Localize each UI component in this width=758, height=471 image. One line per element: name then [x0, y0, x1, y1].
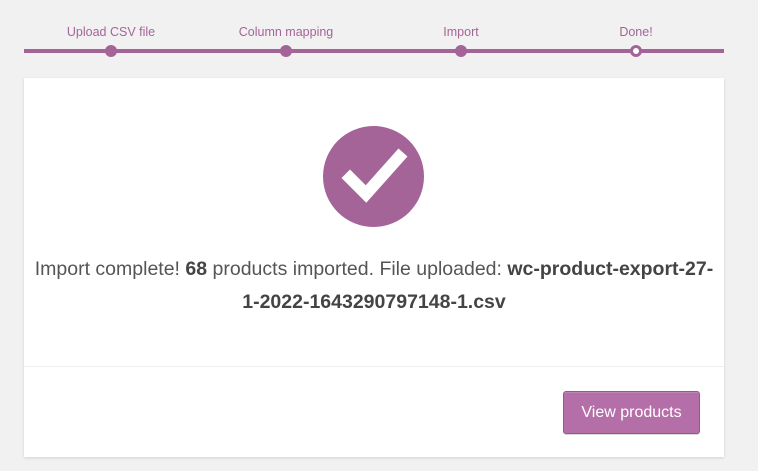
- step-label: Done!: [619, 25, 653, 39]
- divider: [24, 366, 724, 367]
- step-column-mapping: Column mapping: [216, 0, 356, 57]
- step-import: Import: [391, 0, 531, 57]
- step-label: Column mapping: [238, 25, 334, 39]
- view-products-button[interactable]: View products: [563, 391, 700, 434]
- message-middle: products imported. File uploaded:: [212, 258, 502, 280]
- imported-count: 68: [185, 258, 208, 280]
- import-progress-steps: Upload CSV file Column mapping Import Do…: [24, 0, 724, 62]
- step-dot: [105, 45, 117, 57]
- step-dot-current: [630, 45, 642, 57]
- step-label: Import: [443, 25, 479, 39]
- step-label: Upload CSV file: [66, 25, 156, 39]
- import-result-card: Import complete! 68 products imported. F…: [24, 78, 724, 457]
- message-prefix: Import complete!: [34, 258, 180, 280]
- step-upload-csv: Upload CSV file: [41, 0, 181, 57]
- progress-line: [24, 49, 724, 53]
- step-dot: [455, 45, 467, 57]
- step-dot: [280, 45, 292, 57]
- step-done: Done!: [566, 0, 706, 57]
- checkmark-icon: [323, 126, 424, 227]
- import-complete-message: Import complete! 68 products imported. F…: [34, 253, 714, 319]
